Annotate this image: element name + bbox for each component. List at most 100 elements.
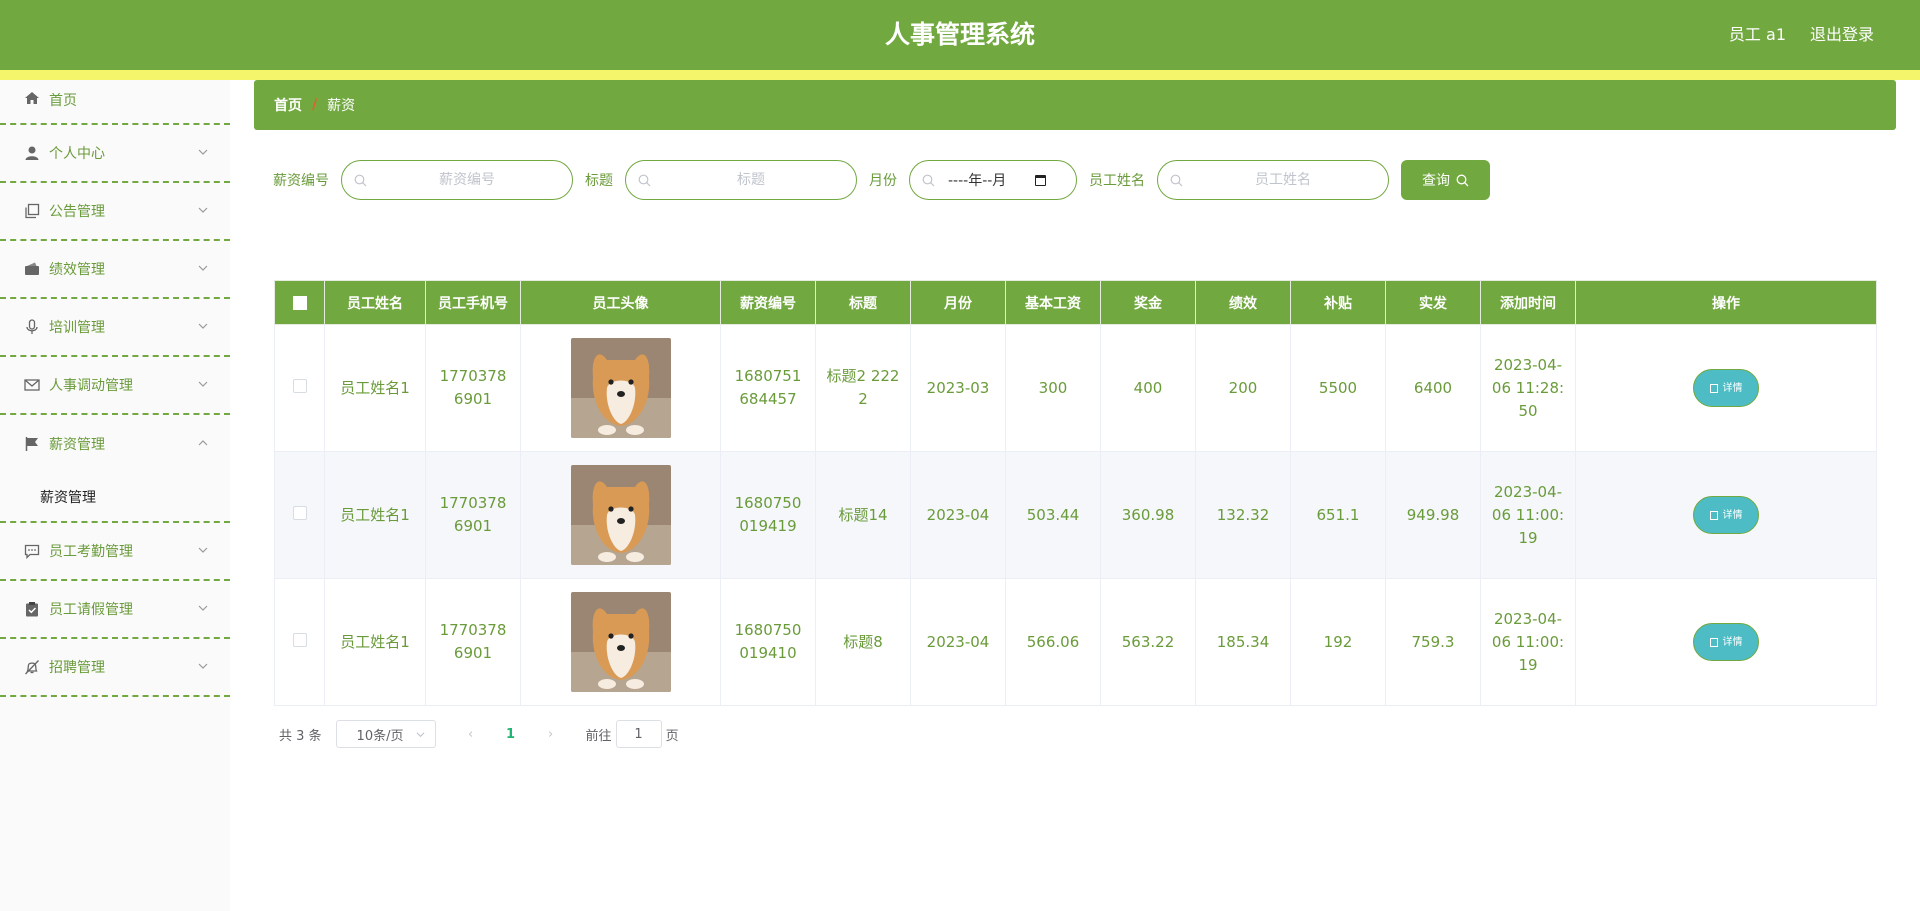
title-cell: 标题14 xyxy=(815,451,911,579)
app-title: 人事管理系统 xyxy=(884,20,1035,49)
detail-button-label: 详情 xyxy=(1722,509,1743,521)
actual-pay-cell: 6400 xyxy=(1385,324,1481,452)
bonus-cell: 360.98 xyxy=(1100,451,1196,579)
table-row: 员工姓名1 17703786901 1680751684457 标题2 2222… xyxy=(274,324,1877,452)
employee-name-cell: 员工姓名1 xyxy=(324,578,426,706)
add-time-cell: 2023-04-06 11:00:19 xyxy=(1480,451,1576,579)
sidebar-item-performance[interactable]: 绩效管理 xyxy=(0,241,230,299)
sidebar-item-leave[interactable]: 员工请假管理 xyxy=(0,581,230,639)
table-header-row: 员工姓名 员工手机号 员工头像 薪资编号 标题 月份 基本工资 奖金 绩效 补贴… xyxy=(274,280,1877,325)
select-all-checkbox[interactable] xyxy=(292,295,307,310)
total-count: 共 3 条 xyxy=(279,728,322,744)
sidebar: 首页 个人中心 公告管理 绩效管理 培训管理 人事调动管理 薪资管理 薪资管理 … xyxy=(0,80,230,911)
sidebar-item-training[interactable]: 培训管理 xyxy=(0,299,230,357)
salary-no-cell: 1680750019410 xyxy=(720,578,816,706)
document-icon xyxy=(1709,510,1718,520)
goto-prefix: 前往 xyxy=(585,728,612,744)
sidebar-item-home[interactable]: 首页 xyxy=(0,80,230,125)
current-user: 员工 a1 xyxy=(1728,25,1786,44)
employee-avatar-cell xyxy=(520,451,721,579)
employee-phone-cell: 17703786901 xyxy=(425,324,521,452)
add-time-cell: 2023-04-06 11:28:50 xyxy=(1480,324,1576,452)
row-select-cell xyxy=(274,451,325,579)
month-picker[interactable]: ----年--月 xyxy=(909,160,1077,200)
detail-button[interactable]: 详情 xyxy=(1693,496,1759,534)
action-cell: 详情 xyxy=(1575,578,1877,706)
column-header: 补贴 xyxy=(1290,280,1386,325)
actual-pay-cell: 759.3 xyxy=(1385,578,1481,706)
sidebar-subitem-salary-management[interactable]: 薪资管理 xyxy=(0,473,230,523)
column-header: 操作 xyxy=(1575,280,1877,325)
chat-icon xyxy=(24,543,40,559)
performance-cell: 185.34 xyxy=(1195,578,1291,706)
search-icon xyxy=(638,174,651,187)
mail-icon xyxy=(24,377,40,393)
column-header: 奖金 xyxy=(1100,280,1196,325)
title-cell: 标题2 2222 xyxy=(815,324,911,452)
allowance-cell: 5500 xyxy=(1290,324,1386,452)
page-size-value: 10条/页 xyxy=(356,728,404,744)
salary-no-cell: 1680751684457 xyxy=(720,324,816,452)
bonus-cell: 563.22 xyxy=(1100,578,1196,706)
action-cell: 详情 xyxy=(1575,324,1877,452)
wallet-icon xyxy=(24,261,40,277)
logout-link[interactable]: 退出登录 xyxy=(1810,0,1874,70)
sidebar-item-personal-center[interactable]: 个人中心 xyxy=(0,125,230,183)
chevron-down-icon xyxy=(198,321,208,331)
sidebar-item-recruitment[interactable]: 招聘管理 xyxy=(0,639,230,697)
prev-page-button[interactable]: ‹ xyxy=(456,727,486,742)
calendar-icon[interactable] xyxy=(1035,175,1046,186)
search-icon xyxy=(1170,174,1183,187)
sidebar-item-label: 员工考勤管理 xyxy=(49,544,133,560)
sidebar-item-label: 个人中心 xyxy=(49,146,105,162)
add-time-cell: 2023-04-06 11:00:19 xyxy=(1480,578,1576,706)
base-salary-cell: 300 xyxy=(1005,324,1101,452)
salary-no-input[interactable] xyxy=(342,161,572,199)
query-button[interactable]: 查询 xyxy=(1401,160,1490,200)
chevron-down-icon xyxy=(198,379,208,389)
detail-button-label: 详情 xyxy=(1722,382,1743,394)
goto-suffix: 页 xyxy=(665,728,679,744)
title-input[interactable] xyxy=(626,161,856,199)
sidebar-item-label: 人事调动管理 xyxy=(49,378,133,394)
column-header: 基本工资 xyxy=(1005,280,1101,325)
performance-cell: 132.32 xyxy=(1195,451,1291,579)
sidebar-item-attendance[interactable]: 员工考勤管理 xyxy=(0,523,230,581)
row-checkbox[interactable] xyxy=(292,632,307,647)
sidebar-item-announcement[interactable]: 公告管理 xyxy=(0,183,230,241)
sidebar-item-salary[interactable]: 薪资管理 xyxy=(0,415,230,473)
month-cell: 2023-04 xyxy=(910,451,1006,579)
header-stripe xyxy=(0,70,1920,80)
row-checkbox[interactable] xyxy=(292,505,307,520)
page-size-select[interactable]: 10条/页 xyxy=(335,720,436,748)
next-page-button[interactable]: › xyxy=(536,727,566,742)
employee-name-label: 员工姓名 xyxy=(1089,173,1145,189)
search-bar: 薪资编号 标题 月份 ----年--月 员工姓名 查询 xyxy=(273,160,1490,200)
employee-name-input[interactable] xyxy=(1158,161,1388,199)
sidebar-item-label: 公告管理 xyxy=(49,204,105,220)
detail-button[interactable]: 详情 xyxy=(1693,623,1759,661)
chevron-down-icon xyxy=(198,205,208,215)
column-header: 绩效 xyxy=(1195,280,1291,325)
avatar[interactable] xyxy=(570,465,671,565)
sidebar-item-transfer[interactable]: 人事调动管理 xyxy=(0,357,230,415)
detail-button[interactable]: 详情 xyxy=(1693,369,1759,407)
breadcrumb-home[interactable]: 首页 xyxy=(274,95,302,115)
goto-page-input[interactable] xyxy=(615,720,662,748)
allowance-cell: 192 xyxy=(1290,578,1386,706)
employee-phone-cell: 17703786901 xyxy=(425,578,521,706)
chevron-down-icon xyxy=(198,263,208,273)
employee-avatar-cell xyxy=(520,578,721,706)
performance-cell: 200 xyxy=(1195,324,1291,452)
month-cell: 2023-04 xyxy=(910,578,1006,706)
salary-no-cell: 1680750019419 xyxy=(720,451,816,579)
bell-off-icon xyxy=(24,659,40,675)
avatar[interactable] xyxy=(570,338,671,438)
avatar[interactable] xyxy=(570,592,671,692)
page-number-1[interactable]: 1 xyxy=(496,727,526,742)
employee-name-cell: 员工姓名1 xyxy=(324,451,426,579)
flag-icon xyxy=(24,436,40,452)
search-icon xyxy=(1456,174,1469,186)
microphone-icon xyxy=(24,319,40,335)
row-checkbox[interactable] xyxy=(292,378,307,393)
